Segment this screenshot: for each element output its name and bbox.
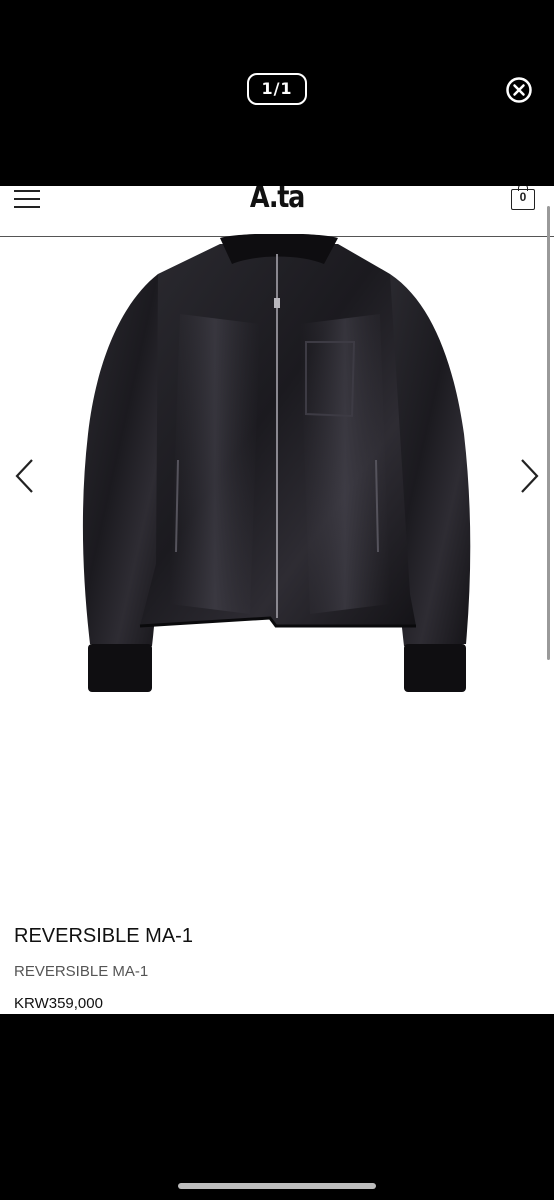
chevron-left-icon <box>15 459 33 493</box>
product-name: REVERSIBLE MA-1 <box>14 925 193 947</box>
brand-logo[interactable]: A.ta <box>42 186 513 215</box>
previous-image-button[interactable] <box>12 456 38 496</box>
image-counter: 1/1 <box>247 73 307 105</box>
menu-button[interactable] <box>14 188 40 210</box>
scrollbar[interactable] <box>547 206 550 660</box>
cart-button[interactable]: 0 <box>511 186 537 210</box>
next-image-button[interactable] <box>516 456 542 496</box>
product-price: KRW359,000 <box>14 995 103 1012</box>
product-subtitle: REVERSIBLE MA-1 <box>14 963 149 980</box>
product-image[interactable] <box>60 233 494 704</box>
chevron-right-icon <box>521 459 539 493</box>
home-indicator[interactable] <box>178 1183 376 1189</box>
viewer-bottom-bar <box>0 1014 554 1200</box>
close-icon <box>506 77 532 103</box>
cart-count: 0 <box>519 190 527 204</box>
product-page: A.ta 0 REVERSIBLE MA-1 REVERSIBLE MA-1 K… <box>0 186 554 1014</box>
close-button[interactable] <box>505 76 533 104</box>
site-header: A.ta 0 <box>0 186 554 237</box>
jacket-image <box>82 233 471 692</box>
hamburger-menu-icon <box>14 190 40 208</box>
